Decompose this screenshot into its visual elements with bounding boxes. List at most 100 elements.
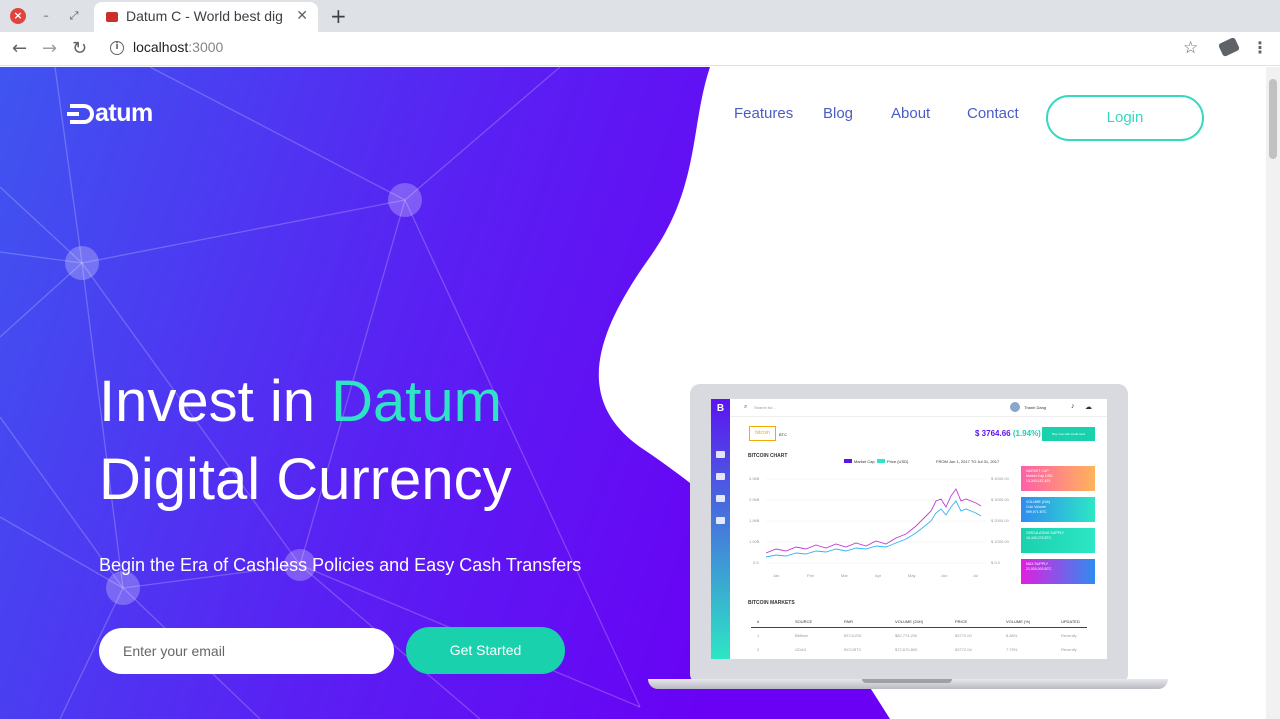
favicon-icon — [106, 12, 118, 22]
th-price: PRICE — [955, 619, 968, 624]
y-left-1: 2.96B — [749, 497, 760, 502]
cell: 8.88% — [1006, 633, 1018, 638]
th-source: SOURCE — [795, 619, 813, 624]
max-supply-card: MAX SUPPLY 21,000,000 BTC — [1021, 559, 1095, 584]
cell: GDAX — [795, 647, 807, 652]
cell: Recently — [1061, 633, 1077, 638]
headline-line2: Digital Currency — [99, 447, 512, 512]
cell: 2 — [757, 647, 760, 652]
cell: Bitfinex — [795, 633, 809, 638]
legend-swatch-1 — [844, 459, 852, 463]
card-line1: 16,449,375 BTC — [1026, 536, 1052, 540]
chart-title: BITCOIN CHART — [748, 453, 788, 459]
th-volume: VOLUME (24H) — [895, 619, 924, 624]
landing-page: atum Features Blog About Contact Login I… — [0, 67, 1280, 719]
hero-subheadline: Begin the Era of Cashless Policies and E… — [99, 555, 582, 575]
dashboard-topbar: ⌕ Search for... Thanh Dang ♪ ☁ — [730, 399, 1107, 417]
tab-close-icon[interactable]: ✕ — [296, 8, 308, 24]
hero-headline: Invest in Datum Digital Currency — [99, 363, 512, 519]
laptop-notch — [862, 679, 952, 683]
logo-text: atum — [95, 99, 153, 127]
card-line1: 21,000,000 BTC — [1026, 567, 1052, 571]
nav-features[interactable]: Features — [734, 105, 793, 122]
buy-button: Buy now with credit card — [1042, 427, 1095, 441]
back-icon[interactable]: ← — [12, 38, 27, 59]
market-cap-card: MARKET CAP Market Cap USD 13,340,187,425 — [1021, 466, 1095, 491]
th-volume-pct: VOLUME (%) — [1006, 619, 1031, 624]
browser-tab-bar: × – ⤢ Datum C - World best dig ✕ + — [0, 0, 1280, 32]
cell: BTC/USD — [844, 633, 862, 638]
th-num: # — [757, 619, 760, 624]
url-field[interactable]: localhost:3000 — [133, 39, 223, 55]
legend-label-1: Market Cap — [854, 459, 875, 464]
address-bar: ← → ↻ i localhost:3000 ☆ ⋮ — [0, 32, 1280, 66]
user-avatar — [1010, 402, 1020, 412]
volume-card: VOLUME (24h) Coin Volume 999,971 BTC — [1021, 497, 1095, 522]
legend-swatch-2 — [877, 459, 885, 463]
dashboard-logo-icon: B — [716, 403, 725, 414]
cell: $72,670,800 — [895, 647, 918, 652]
coin-symbol: BTC — [779, 432, 787, 437]
y-left-0: 3.96B — [749, 476, 760, 481]
dashboard-sidebar: B — [711, 399, 730, 659]
x-tick-2: Mar — [841, 573, 848, 578]
extension-icon[interactable] — [1217, 36, 1241, 58]
restore-icon[interactable]: ⤢ — [66, 8, 82, 24]
login-button[interactable]: Login — [1046, 95, 1204, 141]
sidebar-globe-icon — [716, 495, 725, 502]
menu-icon[interactable]: ⋮ — [1252, 38, 1268, 57]
forward-icon[interactable]: → — [42, 38, 57, 59]
datum-logo[interactable]: atum — [67, 99, 153, 128]
headline-part1: Invest in — [99, 369, 332, 434]
get-started-button[interactable]: Get Started — [406, 627, 565, 674]
headline-accent: Datum — [331, 369, 502, 434]
y-right-1: $ 3000.00 — [991, 497, 1009, 502]
y-left-2: 1.96B — [749, 518, 760, 523]
markets-title: BITCOIN MARKETS — [748, 600, 795, 606]
y-right-0: $ 4000.00 — [991, 476, 1009, 481]
price-value: $ 3764.66 — [975, 429, 1011, 438]
circulating-supply-card: CIRCULATING SUPPLY 16,449,375 BTC — [1021, 528, 1095, 553]
coin-price: $ 3764.66 (1.94%) — [975, 429, 1041, 438]
dashboard-screenshot: B ⌕ Search for... Thanh Dang ♪ ☁ bitcoin… — [711, 399, 1107, 659]
bell-icon: ♪ — [1071, 403, 1075, 410]
y-left-3: 1.00B — [749, 539, 760, 544]
new-tab-icon[interactable]: + — [330, 4, 347, 28]
info-icon[interactable]: i — [110, 41, 124, 55]
sidebar-exchange-icon — [716, 473, 725, 480]
nav-about[interactable]: About — [891, 105, 930, 122]
x-tick-3: Apr — [875, 573, 882, 578]
reload-icon[interactable]: ↻ — [72, 38, 87, 59]
browser-tab[interactable]: Datum C - World best dig ✕ — [94, 2, 318, 32]
card-line2: 999,971 BTC — [1026, 510, 1047, 514]
cell: Recently — [1061, 647, 1077, 652]
dashboard-search: Search for... — [754, 405, 776, 410]
url-port: :3000 — [188, 39, 224, 55]
logo-mark-icon — [67, 103, 94, 124]
bitcoin-badge: bitcoin — [749, 426, 776, 441]
star-icon[interactable]: ☆ — [1183, 38, 1198, 58]
url-host: localhost — [133, 39, 189, 55]
card-line2: 13,340,187,425 — [1026, 479, 1051, 483]
x-tick-1: Feb — [807, 573, 814, 578]
cell: 7.79% — [1006, 647, 1018, 652]
minimize-icon[interactable]: – — [38, 8, 54, 24]
nav-blog[interactable]: Blog — [823, 105, 853, 122]
scrollbar-thumb[interactable] — [1269, 79, 1277, 159]
y-right-2: $ 2000.00 — [991, 518, 1009, 523]
close-window-icon[interactable]: × — [10, 8, 26, 24]
email-input[interactable] — [99, 628, 394, 674]
page-scrollbar[interactable] — [1266, 67, 1280, 719]
x-tick-4: May — [908, 573, 916, 578]
legend-label-2: Price (USD) — [887, 459, 909, 464]
table-header-rule — [751, 627, 1087, 628]
date-range: FROM Jun 1, 2017 TO Jul 31, 2017 — [936, 459, 1000, 464]
y-right-4: $ 0.0 — [991, 560, 1000, 565]
x-tick-5: Jun — [941, 573, 948, 578]
y-right-3: $ 1000.00 — [991, 539, 1009, 544]
nav-contact[interactable]: Contact — [967, 105, 1019, 122]
dashboard-user-name: Thanh Dang — [1024, 405, 1047, 410]
cell: $3770.00 — [955, 633, 972, 638]
th-updated: UPDATED — [1061, 619, 1080, 624]
sidebar-mail-icon — [716, 517, 725, 524]
